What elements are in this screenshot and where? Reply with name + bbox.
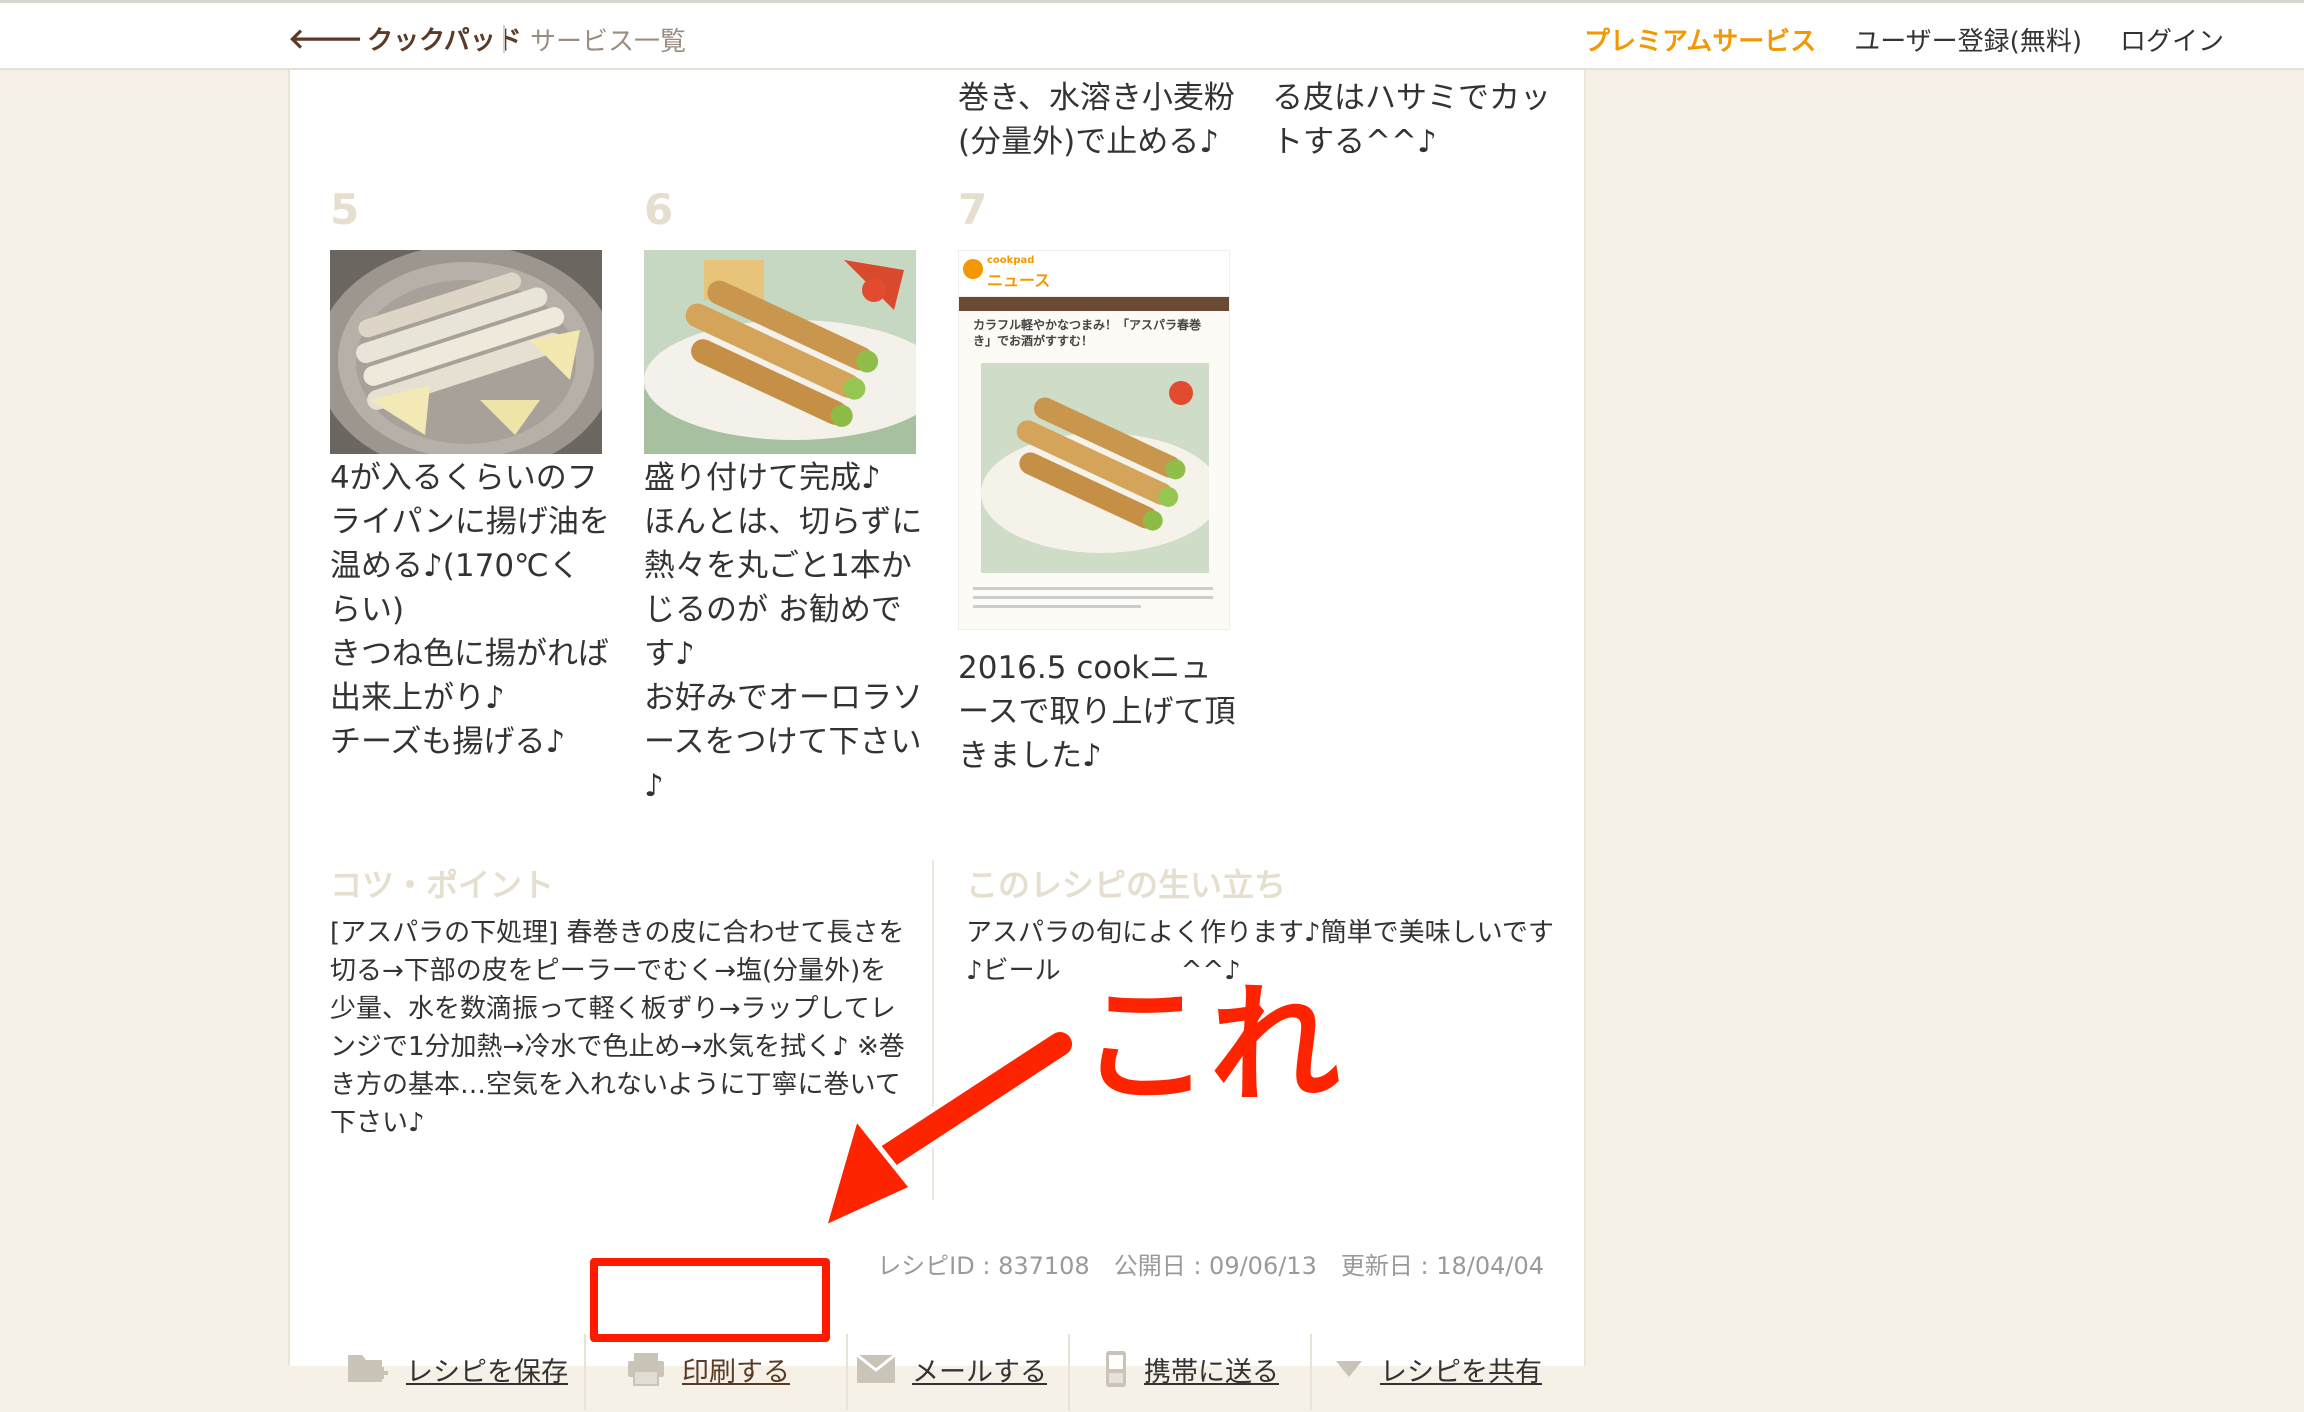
- back-arrow-icon: 🡐: [288, 22, 364, 55]
- news-article-photo: [981, 363, 1209, 573]
- step-number: 7: [958, 185, 988, 234]
- services-list-link[interactable]: サービス一覧: [530, 21, 686, 58]
- header-divider: [503, 25, 505, 53]
- step-number: 6: [644, 185, 674, 234]
- step-5-photo[interactable]: [330, 250, 602, 454]
- cookpad-home-link[interactable]: 🡐 クックパッド: [288, 21, 522, 56]
- step-4-text-tail: る皮はハサミでカッ トする^^♪: [1272, 80, 1551, 160]
- section-divider: [932, 860, 934, 1200]
- action-divider: [584, 1334, 586, 1410]
- cookpad-logo-icon: [963, 259, 983, 279]
- step-3-text-tail: 巻き、水溶き小麦粉 (分量外)で止める♪: [958, 80, 1235, 160]
- annotation-label: これ: [1080, 969, 1341, 1121]
- send-to-mobile-label: 携帯に送る: [1144, 1356, 1279, 1388]
- step-6-photo[interactable]: [644, 250, 916, 454]
- recipe-id: レシピID : 837108: [877, 1252, 1090, 1280]
- news-title: ニュース: [987, 271, 1051, 290]
- action-divider: [1068, 1334, 1070, 1410]
- history-title: このレシピの生い立ち: [966, 866, 1287, 904]
- mail-icon: [856, 1354, 896, 1383]
- mail-button[interactable]: メールする: [856, 1326, 1047, 1412]
- news-nav-bar: [959, 297, 1229, 311]
- folder-add-icon: [348, 1355, 388, 1382]
- news-brand: cookpad: [987, 255, 1035, 266]
- mail-label: メールする: [912, 1356, 1047, 1388]
- news-body-lines: [973, 583, 1213, 623]
- action-divider: [1310, 1334, 1312, 1410]
- news-headline: カラフル軽やかなつまみ！「アスパラ春巻き」でお酒がすすむ！: [973, 318, 1202, 348]
- save-recipe-label: レシピを保存: [406, 1356, 568, 1388]
- recipe-meta: レシピID : 837108 公開日 : 09/06/13 更新日 : 18/0…: [877, 1246, 1544, 1281]
- tips-title: コツ・ポイント: [330, 866, 555, 904]
- premium-service-link[interactable]: プレミアムサービス: [1584, 21, 1816, 58]
- published-date: 公開日 : 09/06/13: [1113, 1252, 1317, 1280]
- tips-text: [アスパラの下処理] 春巻きの皮に合わせて長さを切る→下部の皮をピーラーでむく→…: [330, 918, 905, 1138]
- triangle-down-icon: [1336, 1361, 1362, 1377]
- header-nav: プレミアムサービス ユーザー登録(無料) ログイン: [1584, 21, 2224, 58]
- frying-pan-photo: [330, 250, 602, 454]
- register-link[interactable]: ユーザー登録(無料): [1854, 21, 2082, 58]
- site-header: 🡐 クックパッド サービス一覧 プレミアムサービス ユーザー登録(無料) ログイ…: [0, 0, 2304, 70]
- share-recipe-label: レシピを共有: [1380, 1356, 1542, 1388]
- printer-icon: [628, 1353, 664, 1386]
- news-header: cookpad ニュース: [959, 251, 1229, 297]
- save-recipe-button[interactable]: レシピを保存: [346, 1326, 568, 1412]
- step-number: 5: [330, 185, 360, 234]
- updated-date: 更新日 : 18/04/04: [1340, 1252, 1544, 1280]
- login-link[interactable]: ログイン: [2120, 21, 2224, 58]
- cookpad-logo-text: クックパッド: [367, 25, 522, 56]
- share-recipe-button[interactable]: レシピを共有: [1334, 1326, 1542, 1412]
- step-7-photo[interactable]: cookpad ニュース カラフル軽やかなつまみ！「アスパラ春巻き」でお酒がすす…: [958, 250, 1230, 630]
- step-5-text: 4が入るくらいのフ ライパンに揚げ油を 温める♪(170℃く らい) きつね色に…: [330, 460, 610, 760]
- plated-rolls-photo: [644, 250, 916, 454]
- recipe-panel: 巻き、水溶き小麦粉 (分量外)で止める♪ る皮はハサミでカッ トする^^♪ 5 …: [288, 70, 1586, 1410]
- print-label: 印刷する: [682, 1356, 790, 1388]
- mobile-phone-icon: [1106, 1351, 1126, 1387]
- step-7-text: 2016.5 cookニュ ースで取り上げて頂 きました♪: [958, 650, 1236, 774]
- step-6-text: 盛り付けて完成♪ ほんとは、切らずに 熱々を丸ごと1本か じるのが お勧めで す…: [644, 460, 923, 804]
- send-to-mobile-button[interactable]: 携帯に送る: [1104, 1326, 1279, 1412]
- action-divider: [846, 1334, 848, 1410]
- highlight-box: [590, 1258, 830, 1342]
- recipe-action-bar: レシピを保存 印刷する メールする 携帯に送る レシピを共有: [290, 1326, 1588, 1412]
